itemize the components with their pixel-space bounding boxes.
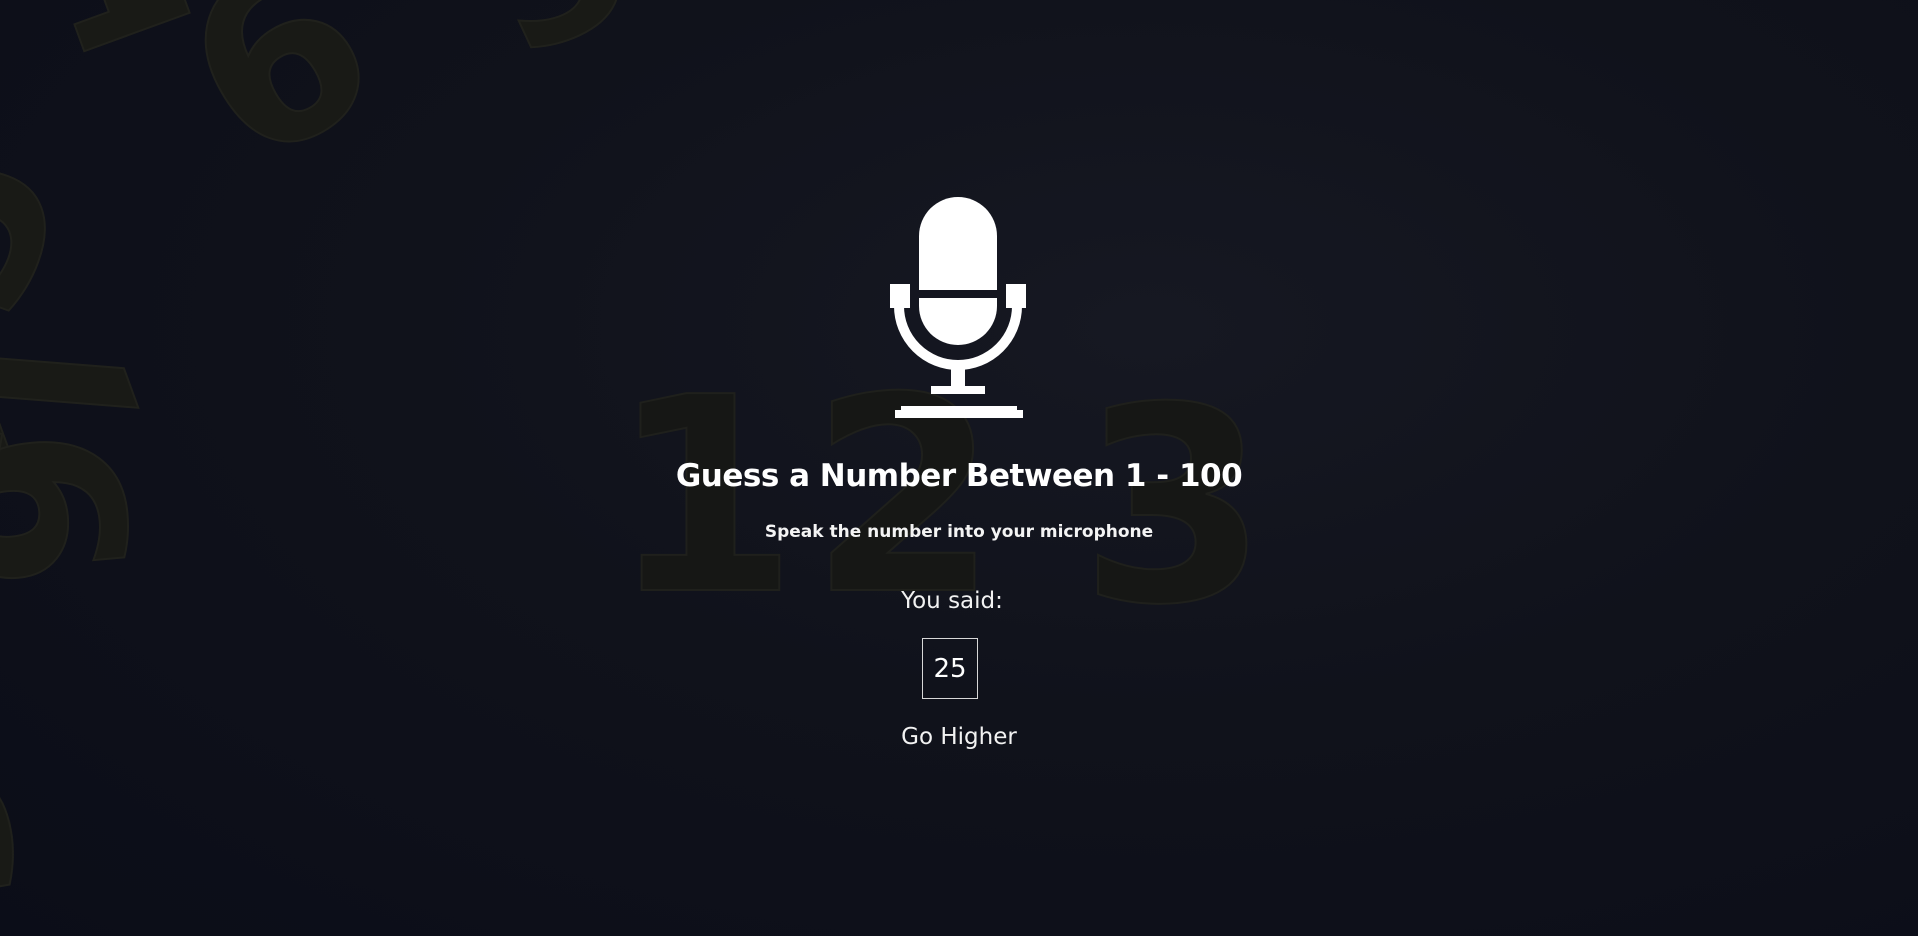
page-title: Guess a Number Between 1 - 100 bbox=[675, 458, 1243, 494]
instruction-text: Speak the number into your microphone bbox=[764, 522, 1154, 542]
hint-message: Go Higher bbox=[901, 724, 1017, 750]
guess-value: 25 bbox=[933, 653, 967, 684]
you-said-label: You said: bbox=[901, 588, 1003, 614]
game-panel: Guess a Number Between 1 - 100 Speak the… bbox=[0, 0, 1918, 936]
guess-value-box: 25 bbox=[922, 638, 978, 699]
microphone-icon[interactable] bbox=[885, 188, 1031, 428]
